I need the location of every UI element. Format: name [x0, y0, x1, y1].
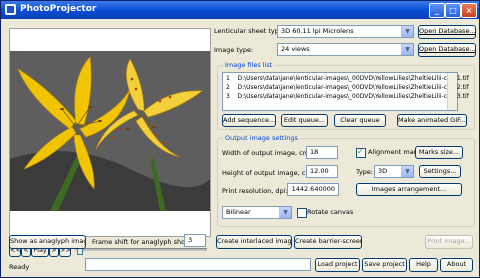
- print-image-button[interactable]: Print image...: [425, 235, 473, 249]
- marks-size-button[interactable]: Marks size...: [415, 146, 463, 159]
- output-settings-title: Output image settings: [223, 134, 300, 142]
- width-field[interactable]: 18: [306, 146, 338, 159]
- make-gif-button[interactable]: Make animated GIF...: [397, 114, 467, 127]
- frame-shift-label: Frame shift for anaglyph show:: [92, 238, 193, 246]
- minimize-icon[interactable]: _: [429, 3, 445, 18]
- resolution-label: Print resolution, dpi:: [222, 187, 288, 195]
- lily-photo: [10, 29, 210, 236]
- image-preview: [9, 28, 211, 237]
- image-type-label: Image type:: [214, 46, 254, 54]
- image-files-list[interactable]: 1 D:\Users\data\jane\lenticular-images\_…: [222, 72, 469, 111]
- resolution-field[interactable]: 1442.640000: [287, 183, 339, 196]
- title-bar[interactable]: PhotoProjector _ □ ×: [1, 1, 479, 19]
- window-title: PhotoProjector: [20, 4, 97, 14]
- open-image-database-button[interactable]: Open Database...: [418, 43, 476, 57]
- progress-bar: [85, 258, 311, 271]
- image-files-title: Image files list: [223, 61, 275, 69]
- anaglyph-button[interactable]: Show as anaglyph image: [9, 235, 86, 249]
- status-text: Ready: [9, 263, 30, 271]
- alignment-marks-checkbox[interactable]: [356, 147, 366, 158]
- list-item[interactable]: 2 D:\Users\data\jane\lenticular-images\_…: [226, 83, 469, 92]
- height-label: Height of output image, cm:: [222, 169, 314, 177]
- maximize-icon[interactable]: □: [445, 3, 461, 18]
- chevron-down-icon: ▼: [401, 166, 413, 177]
- chevron-down-icon: ▼: [401, 44, 413, 55]
- rotate-canvas-checkbox[interactable]: [297, 208, 307, 218]
- list-scrollbar[interactable]: [447, 73, 457, 110]
- create-interlaced-button[interactable]: Create interlaced image: [216, 235, 292, 249]
- interpolation-select[interactable]: Bilinear ▼: [222, 206, 292, 219]
- help-button[interactable]: Help: [409, 258, 438, 272]
- close-icon[interactable]: ×: [461, 3, 477, 18]
- clear-queue-button[interactable]: Clear queue: [334, 114, 386, 127]
- list-item[interactable]: 3 D:\Users\data\jane\lenticular-images\_…: [226, 92, 469, 101]
- frame-shift-field[interactable]: 3: [184, 234, 206, 247]
- settings-button[interactable]: Settings...: [419, 165, 461, 178]
- rotate-canvas-label: Rotate canvas: [307, 208, 354, 216]
- create-barrier-button[interactable]: Create barrier-screen: [294, 235, 362, 249]
- list-item[interactable]: 1 D:\Users\data\jane\lenticular-images\_…: [226, 74, 469, 83]
- height-field[interactable]: 12.00: [306, 165, 338, 178]
- type-label: Type:: [356, 168, 374, 176]
- chevron-down-icon: ▼: [401, 26, 413, 37]
- image-type-select[interactable]: 24 views ▼: [277, 43, 414, 56]
- save-project-button[interactable]: Save project: [362, 258, 407, 272]
- add-sequence-button[interactable]: Add sequence...: [222, 114, 276, 127]
- sheet-type-label: Lenticular sheet type:: [214, 27, 286, 35]
- app-window: PhotoProjector _ □ × << < Play > >> Lent…: [0, 0, 480, 278]
- about-button[interactable]: About: [440, 258, 473, 272]
- sheet-type-select[interactable]: 3D 60.11 lpi Microlens ▼: [277, 25, 414, 38]
- frame-slider-track[interactable]: [75, 248, 207, 251]
- width-label: Width of output image, cm:: [222, 149, 312, 157]
- type-select[interactable]: 3D ▼: [374, 165, 414, 178]
- load-project-button[interactable]: Load project: [315, 258, 360, 272]
- app-icon: [5, 4, 16, 15]
- open-sheet-database-button[interactable]: Open Database...: [418, 25, 476, 39]
- images-arrangement-button[interactable]: Images arrangement...: [356, 183, 462, 196]
- chevron-down-icon: ▼: [279, 207, 291, 218]
- edit-queue-button[interactable]: Edit queue...: [281, 114, 328, 127]
